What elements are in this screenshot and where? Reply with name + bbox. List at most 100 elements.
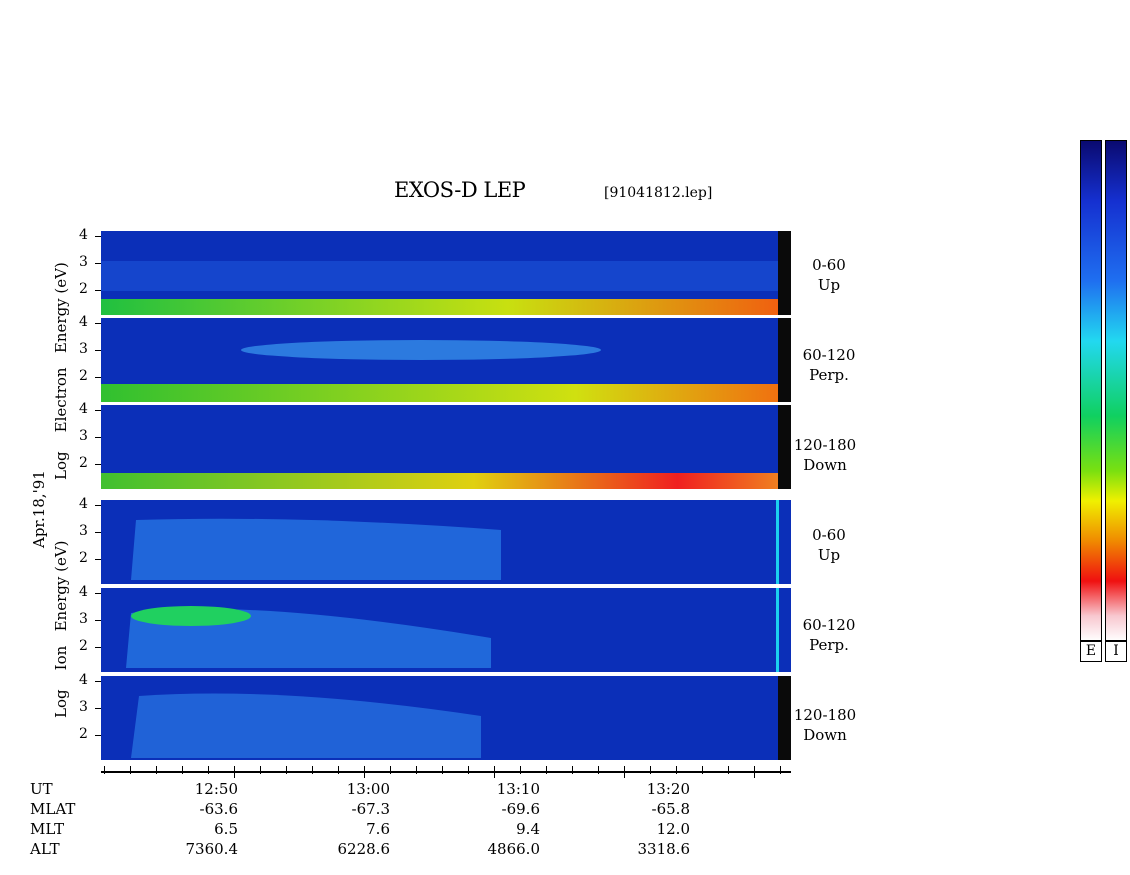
chart-title: EXOS-D LEP [394, 178, 526, 202]
row-value-mlt: 9.4 [516, 820, 540, 838]
y-tick [95, 323, 101, 324]
e-panel2-label: 60-120 Perp. [802, 346, 856, 384]
y-tick-label: 3 [79, 254, 88, 270]
y-tick [95, 647, 101, 648]
y-tick-label: 2 [79, 638, 88, 654]
electron-perp-panel [101, 318, 791, 402]
y-tick-label: 4 [79, 496, 88, 512]
electron-ylabel: Log Electron Energy (eV) [52, 262, 70, 480]
y-tick [95, 464, 101, 465]
x-tick [754, 766, 755, 778]
ion-perp-panel [101, 588, 791, 672]
row-value-mlat: -63.6 [199, 800, 238, 818]
x-tick [572, 766, 573, 774]
x-tick [624, 766, 625, 778]
x-tick [130, 766, 131, 774]
x-tick [728, 766, 729, 774]
x-tick [234, 766, 235, 778]
row-value-alt: 4866.0 [487, 840, 541, 858]
y-tick-label: 2 [79, 726, 88, 742]
ion-perp-spectrogram [101, 588, 791, 672]
x-tick [208, 766, 209, 774]
ion-down-panel [101, 676, 791, 760]
row-value-alt: 7360.4 [185, 840, 239, 858]
electron-down-spectrogram [101, 405, 791, 489]
x-tick [702, 766, 703, 774]
x-tick [104, 766, 105, 774]
row-label-ut: UT [30, 780, 53, 798]
x-tick [520, 766, 521, 774]
y-tick-label: 4 [79, 401, 88, 417]
electron-perp-spectrogram [101, 318, 791, 402]
y-tick-label: 2 [79, 281, 88, 297]
x-axis [101, 771, 791, 773]
row-value-times: 13:10 [496, 780, 540, 798]
y-tick [95, 559, 101, 560]
date-label: Apr.18,'91 [30, 470, 48, 548]
x-tick [780, 766, 781, 774]
ion-colorbar [1105, 140, 1127, 642]
x-tick [546, 766, 547, 774]
x-tick [416, 766, 417, 774]
row-label-mlt: MLT [30, 820, 65, 838]
y-tick [95, 437, 101, 438]
row-value-mlt: 6.5 [214, 820, 238, 838]
x-tick [442, 766, 443, 774]
x-tick [494, 766, 495, 778]
panel-edge [776, 588, 779, 672]
y-tick-label: 4 [79, 227, 88, 243]
y-tick-label: 3 [79, 523, 88, 539]
x-tick [312, 766, 313, 774]
y-tick [95, 410, 101, 411]
panel-edge [778, 318, 791, 402]
y-tick [95, 263, 101, 264]
row-value-alt: 6228.6 [337, 840, 391, 858]
ion-up-panel [101, 500, 791, 584]
electron-colorbar-label: E [1080, 640, 1102, 662]
i-panel3-label: 120-180 Down [793, 706, 857, 744]
y-tick [95, 708, 101, 709]
row-value-mlat: -69.6 [501, 800, 540, 818]
row-label-mlat: MLAT [30, 800, 76, 818]
panel-edge [776, 500, 779, 584]
x-tick [260, 766, 261, 774]
y-tick [95, 350, 101, 351]
row-value-mlat: -67.3 [351, 800, 390, 818]
ion-up-spectrogram [101, 500, 791, 584]
y-tick [95, 290, 101, 291]
file-label: [91041812.lep] [604, 185, 713, 201]
x-tick [650, 766, 651, 774]
electron-colorbar [1080, 140, 1102, 642]
x-tick [598, 766, 599, 774]
y-tick-label: 2 [79, 455, 88, 471]
e-panel1-label: 0-60 Up [812, 256, 846, 294]
y-tick [95, 505, 101, 506]
ion-ylabel: Log Ion Energy (eV) [52, 540, 70, 718]
row-value-mlt: 12.0 [656, 820, 690, 838]
row-label-alt: ALT [30, 840, 60, 858]
y-tick [95, 236, 101, 237]
y-tick [95, 681, 101, 682]
x-tick [364, 766, 365, 778]
y-tick [95, 377, 101, 378]
ion-down-spectrogram [101, 676, 791, 760]
y-tick-label: 4 [79, 672, 88, 688]
electron-up-spectrogram [101, 231, 791, 315]
y-tick-label: 4 [79, 584, 88, 600]
y-tick-label: 4 [79, 314, 88, 330]
x-tick [182, 766, 183, 774]
ion-colorbar-label: I [1105, 640, 1127, 662]
y-tick-label: 3 [79, 428, 88, 444]
x-tick [338, 766, 339, 774]
row-value-alt: 3318.6 [637, 840, 691, 858]
row-value-mlat: -65.8 [651, 800, 690, 818]
x-tick [286, 766, 287, 774]
row-value-times: 13:20 [646, 780, 690, 798]
x-tick [676, 766, 677, 774]
y-tick [95, 593, 101, 594]
i-panel1-label: 0-60 Up [812, 526, 846, 564]
y-tick [95, 620, 101, 621]
i-panel2-label: 60-120 Perp. [802, 616, 856, 654]
y-tick-label: 3 [79, 341, 88, 357]
row-value-times: 12:50 [194, 780, 238, 798]
